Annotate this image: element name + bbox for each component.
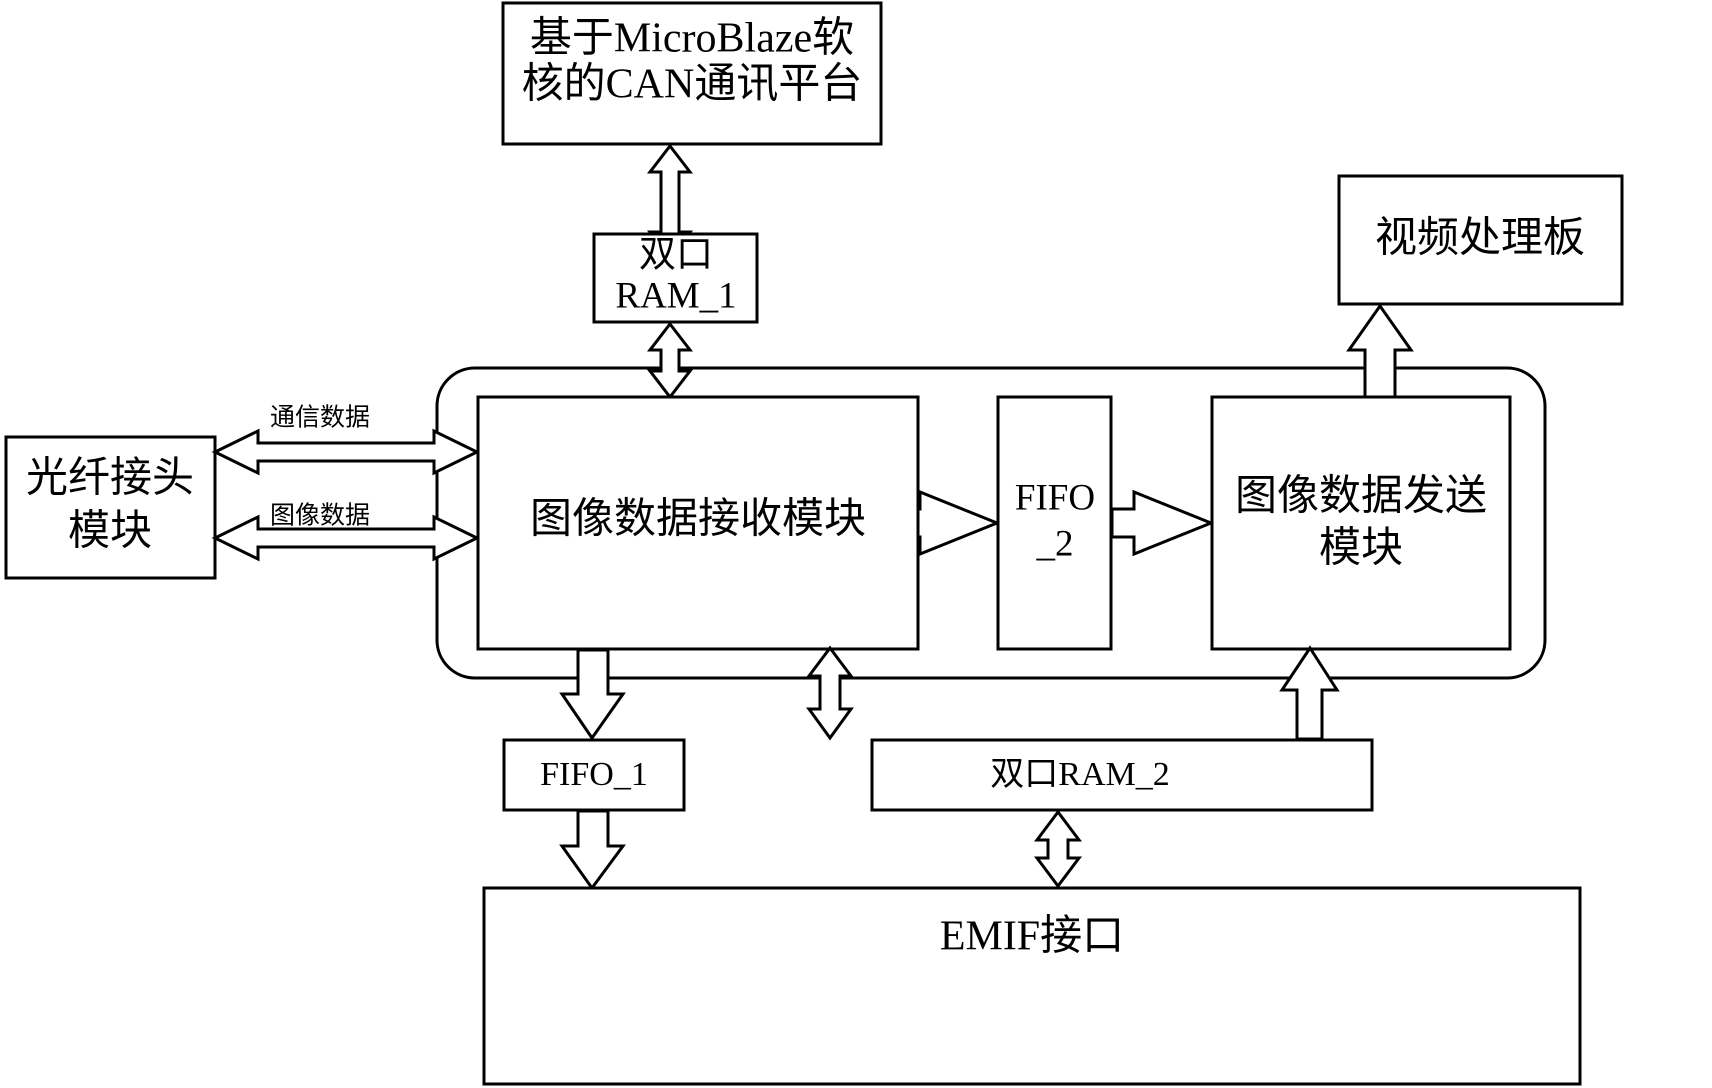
arrow-image-receive-to-dpram2 — [806, 645, 854, 741]
can-platform-label-line2: 核的CAN通讯平台 — [522, 62, 863, 108]
arrow-dpram1-to-image-receive — [646, 321, 694, 400]
fiber-module-label-line2: 模块 — [68, 509, 152, 555]
block-diagram-svg: 基于MicroBlaze软 核的CAN通讯平台 双口 RAM_1 视频处理板 光… — [4, 1, 1624, 1086]
can-platform-label-line1: 基于MicroBlaze软 — [530, 16, 854, 62]
arrow-fifo2-to-image-send — [1110, 489, 1216, 557]
image-send-label-line1: 图像数据发送 — [1235, 474, 1487, 520]
arrow-comm-data — [211, 428, 481, 476]
arrow-image-receive-to-fifo1 — [559, 648, 626, 741]
arrow-image-receive-to-fifo2 — [916, 489, 1002, 557]
image-data-label: 图像数据 — [270, 502, 370, 530]
image-receive-label: 图像数据接收模块 — [530, 497, 866, 543]
fifo2-label-line1: FIFO — [1015, 477, 1095, 518]
image-send-label-line2: 模块 — [1319, 526, 1403, 572]
arrow-dpram2-to-image-send — [1279, 645, 1340, 741]
comm-data-label: 通信数据 — [270, 404, 370, 432]
fifo2-label-line2: _2 — [1036, 523, 1074, 564]
arrow-dpram2-to-emif — [1034, 809, 1082, 889]
video-board-label: 视频处理板 — [1375, 216, 1585, 262]
image-send-box[interactable] — [1210, 395, 1512, 651]
arrow-fifo1-to-emif — [559, 809, 626, 891]
dpram1-label-line1: 双口 — [639, 234, 713, 275]
fifo1-label: FIFO_1 — [540, 756, 648, 793]
arrow-image-send-to-video-board — [1346, 303, 1414, 402]
emif-label: EMIF接口 — [940, 914, 1124, 960]
dpram2-label: 双口RAM_2 — [990, 756, 1169, 793]
dpram1-label-line2: RAM_1 — [615, 275, 736, 316]
fiber-module-label-line1: 光纤接头 — [26, 456, 194, 502]
diagram-canvas: 基于MicroBlaze软 核的CAN通讯平台 双口 RAM_1 视频处理板 光… — [0, 0, 1712, 1088]
